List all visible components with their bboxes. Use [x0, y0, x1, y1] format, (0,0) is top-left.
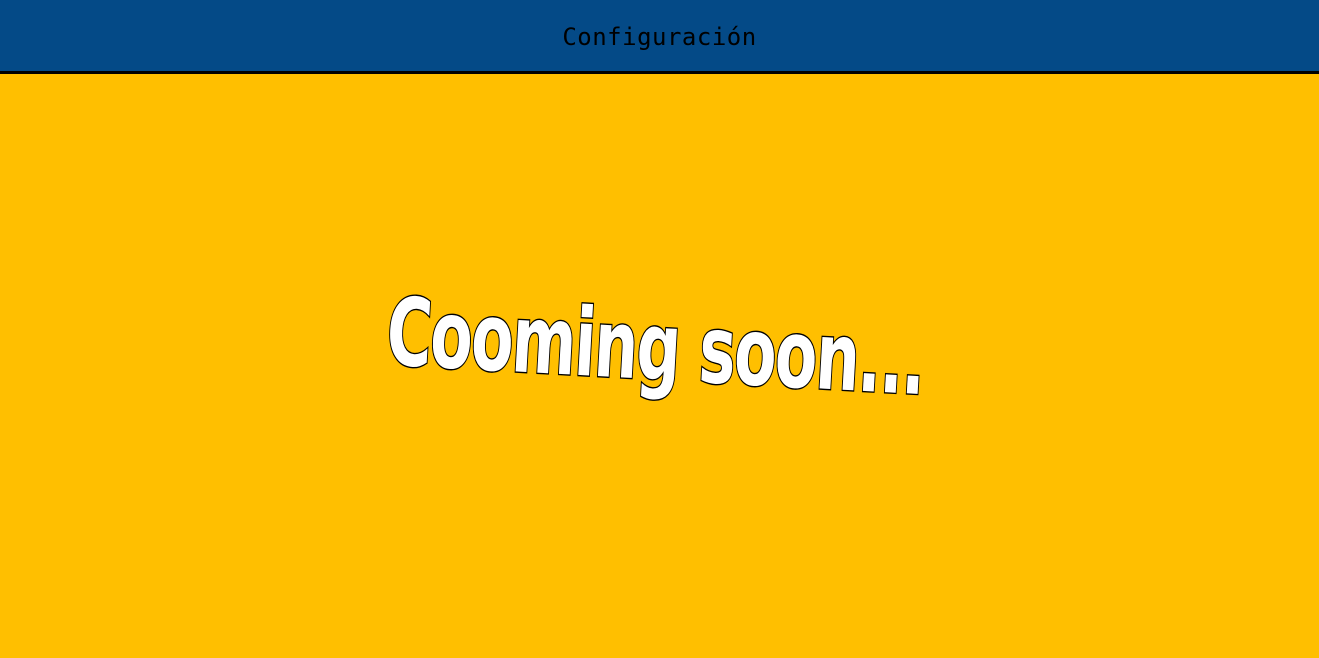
- page-title: Configuración: [562, 22, 757, 51]
- app-header: Configuración: [0, 0, 1319, 74]
- coming-soon-banner: Cooming soon...: [383, 276, 940, 418]
- coming-soon-graphic: Cooming soon...: [383, 276, 929, 418]
- coming-soon-text: Cooming soon...: [384, 278, 927, 418]
- main-content: Cooming soon...: [0, 74, 1319, 658]
